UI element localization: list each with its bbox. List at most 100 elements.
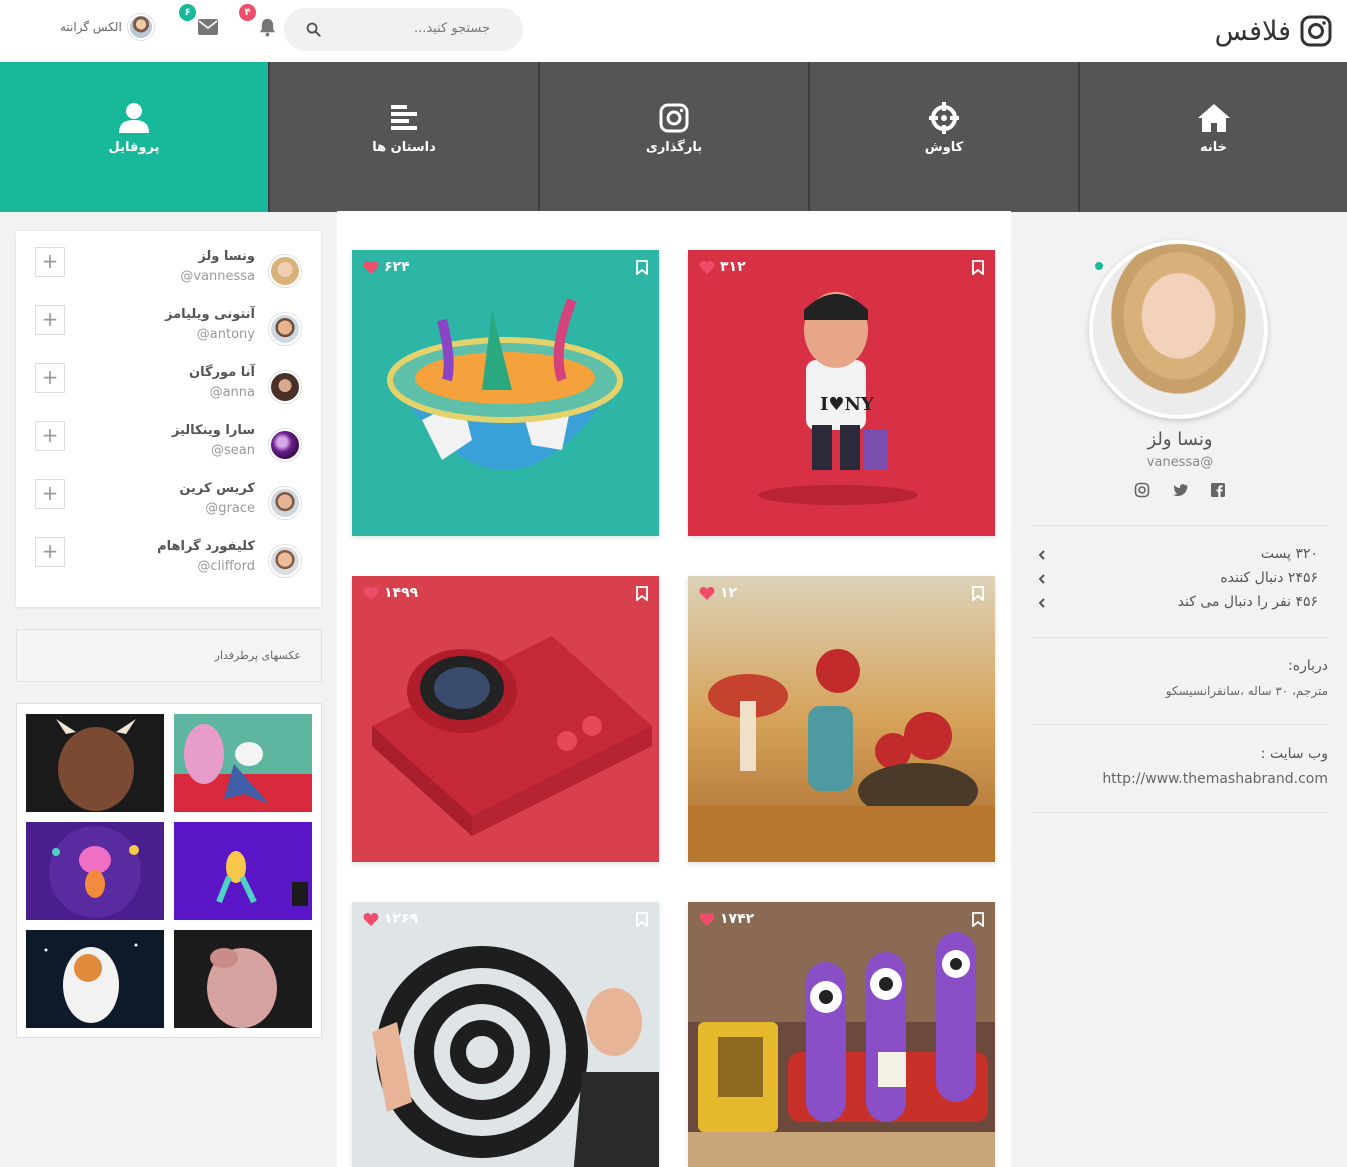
suggested-user-name[interactable]: سارا وینکالیز — [172, 423, 255, 438]
divider — [1032, 525, 1328, 526]
divider — [1032, 637, 1328, 638]
nav-divider — [1078, 62, 1080, 212]
main-nav: خانه کاوش بارگذاری داستان ها پروفایل — [0, 62, 1347, 212]
heart-icon — [363, 260, 379, 274]
avatar[interactable] — [269, 371, 301, 403]
suggested-user-name[interactable]: آنا مورگان — [189, 365, 255, 380]
list-item: کریس کرین grace@ + — [16, 479, 321, 537]
post-card[interactable]: ۱۷۴۲ — [688, 902, 995, 1167]
notifications-badge: ۴ — [239, 4, 256, 21]
search-icon[interactable] — [306, 22, 321, 37]
chevron-left-icon — [1038, 550, 1045, 560]
website-title: وب سایت : — [1260, 746, 1328, 762]
gallery-thumbnail[interactable] — [174, 822, 312, 920]
like-counter[interactable]: ۶۲۴ — [363, 259, 410, 275]
suggested-user-handle: antony@ — [196, 327, 255, 342]
facebook-icon[interactable] — [1210, 482, 1226, 498]
like-count: ۱۴۹۹ — [384, 585, 419, 601]
bookmark-icon[interactable] — [636, 260, 648, 275]
brand[interactable]: فلافس — [1215, 14, 1333, 48]
nav-item-profile[interactable]: پروفایل — [0, 62, 268, 212]
like-count: ۱۷۴۲ — [720, 911, 755, 927]
instagram-logo-icon — [1300, 15, 1332, 47]
avatar[interactable] — [269, 429, 301, 461]
home-icon — [1197, 104, 1230, 132]
nav-divider — [808, 62, 810, 212]
avatar[interactable] — [269, 313, 301, 345]
nav-label-profile: پروفایل — [108, 140, 160, 155]
gallery-thumbnail[interactable] — [174, 930, 312, 1028]
like-counter[interactable]: ۳۱۲ — [699, 259, 746, 275]
mail-icon[interactable] — [198, 19, 218, 35]
nav-label-explore: کاوش — [924, 140, 964, 155]
bookmark-icon[interactable] — [972, 586, 984, 601]
suggested-user-handle: grace@ — [205, 501, 255, 516]
nav-item-explore[interactable]: کاوش — [810, 62, 1078, 212]
follow-button[interactable]: + — [35, 537, 65, 567]
nav-label-home: خانه — [1199, 140, 1227, 155]
avatar[interactable] — [269, 487, 301, 519]
thumbnail-image — [26, 822, 164, 920]
bookmark-icon[interactable] — [636, 586, 648, 601]
follow-button[interactable]: + — [35, 305, 65, 335]
popular-photos-header: عکسهای پرطرفدار — [16, 629, 322, 682]
nav-item-home[interactable]: خانه — [1080, 62, 1347, 212]
like-counter[interactable]: ۱۴۹۹ — [363, 585, 418, 601]
online-status-dot — [1095, 262, 1103, 270]
nav-label-upload: بارگذاری — [645, 140, 703, 155]
post-card[interactable]: ۱۴۹۹ — [352, 576, 659, 862]
nav-divider — [268, 62, 270, 212]
nav-item-upload[interactable]: بارگذاری — [540, 62, 808, 212]
bookmark-icon[interactable] — [972, 912, 984, 927]
svg-text:I♥NY: I♥NY — [820, 394, 875, 415]
search-input[interactable]: جستجو کنید... — [284, 8, 523, 51]
post-card[interactable]: ۱۲ — [688, 576, 995, 862]
thumbnail-image — [174, 714, 312, 812]
thumbnail-image — [174, 930, 312, 1028]
follow-button[interactable]: + — [35, 479, 65, 509]
post-card[interactable]: ۶۲۴ — [352, 250, 659, 536]
suggested-user-name[interactable]: ونسا ولز — [198, 249, 255, 264]
post-card[interactable]: I♥NY ۳۱۲ — [688, 250, 995, 536]
post-image — [352, 250, 659, 536]
like-counter[interactable]: ۱۲۶۹ — [363, 911, 418, 927]
website-link[interactable]: http://www.themashabrand.com — [1102, 771, 1328, 787]
profile-avatar[interactable] — [1089, 240, 1268, 419]
stat-posts[interactable]: ۳۲۰ پست — [1032, 544, 1328, 566]
post-image — [352, 576, 659, 862]
heart-icon — [699, 260, 715, 274]
stat-followers[interactable]: ۲۴۵۶ دنبال کننده — [1032, 568, 1328, 590]
like-counter[interactable]: ۱۲ — [699, 585, 737, 601]
avatar[interactable] — [269, 255, 301, 287]
post-image — [352, 902, 659, 1167]
post-card[interactable]: ۱۲۶۹ — [352, 902, 659, 1167]
stat-following[interactable]: ۴۵۶ نفر را دنبال می کند — [1032, 592, 1328, 614]
follow-button[interactable]: + — [35, 421, 65, 451]
gallery-thumbnail[interactable] — [26, 822, 164, 920]
gallery-thumbnail[interactable] — [26, 930, 164, 1028]
crosshair-icon — [929, 102, 959, 134]
profile-name: ونسا ولز — [1147, 429, 1213, 450]
bookmark-icon[interactable] — [636, 912, 648, 927]
bell-icon[interactable] — [258, 17, 277, 37]
like-counter[interactable]: ۱۷۴۲ — [699, 911, 754, 927]
suggested-user-handle: clifford@ — [197, 559, 255, 574]
bookmark-icon[interactable] — [972, 260, 984, 275]
suggested-user-handle: anna@ — [209, 385, 255, 400]
suggested-user-name[interactable]: آنتونی ویلیامز — [165, 307, 255, 322]
user-menu[interactable]: الکس گرانته — [60, 14, 154, 40]
instagram-icon[interactable] — [1134, 482, 1150, 498]
photo-feed: I♥NY ۳۱۲ ۶۲۴ ۱۲ ۱۴۹۹ ۱۷۴۲ ۱۲۶۹ — [337, 211, 1011, 1167]
heart-icon — [363, 586, 379, 600]
profile-handle: vanessa@ — [1146, 455, 1214, 470]
follow-button[interactable]: + — [35, 363, 65, 393]
gallery-thumbnail[interactable] — [174, 714, 312, 812]
avatar[interactable] — [269, 545, 301, 577]
suggested-user-name[interactable]: کریس کرین — [179, 481, 255, 496]
gallery-thumbnail[interactable] — [26, 714, 164, 812]
thumbnail-image — [174, 822, 312, 920]
twitter-icon[interactable] — [1172, 482, 1188, 498]
nav-item-stories[interactable]: داستان ها — [270, 62, 538, 212]
follow-button[interactable]: + — [35, 247, 65, 277]
suggested-user-name[interactable]: کلیفورد گراهام — [157, 539, 255, 554]
